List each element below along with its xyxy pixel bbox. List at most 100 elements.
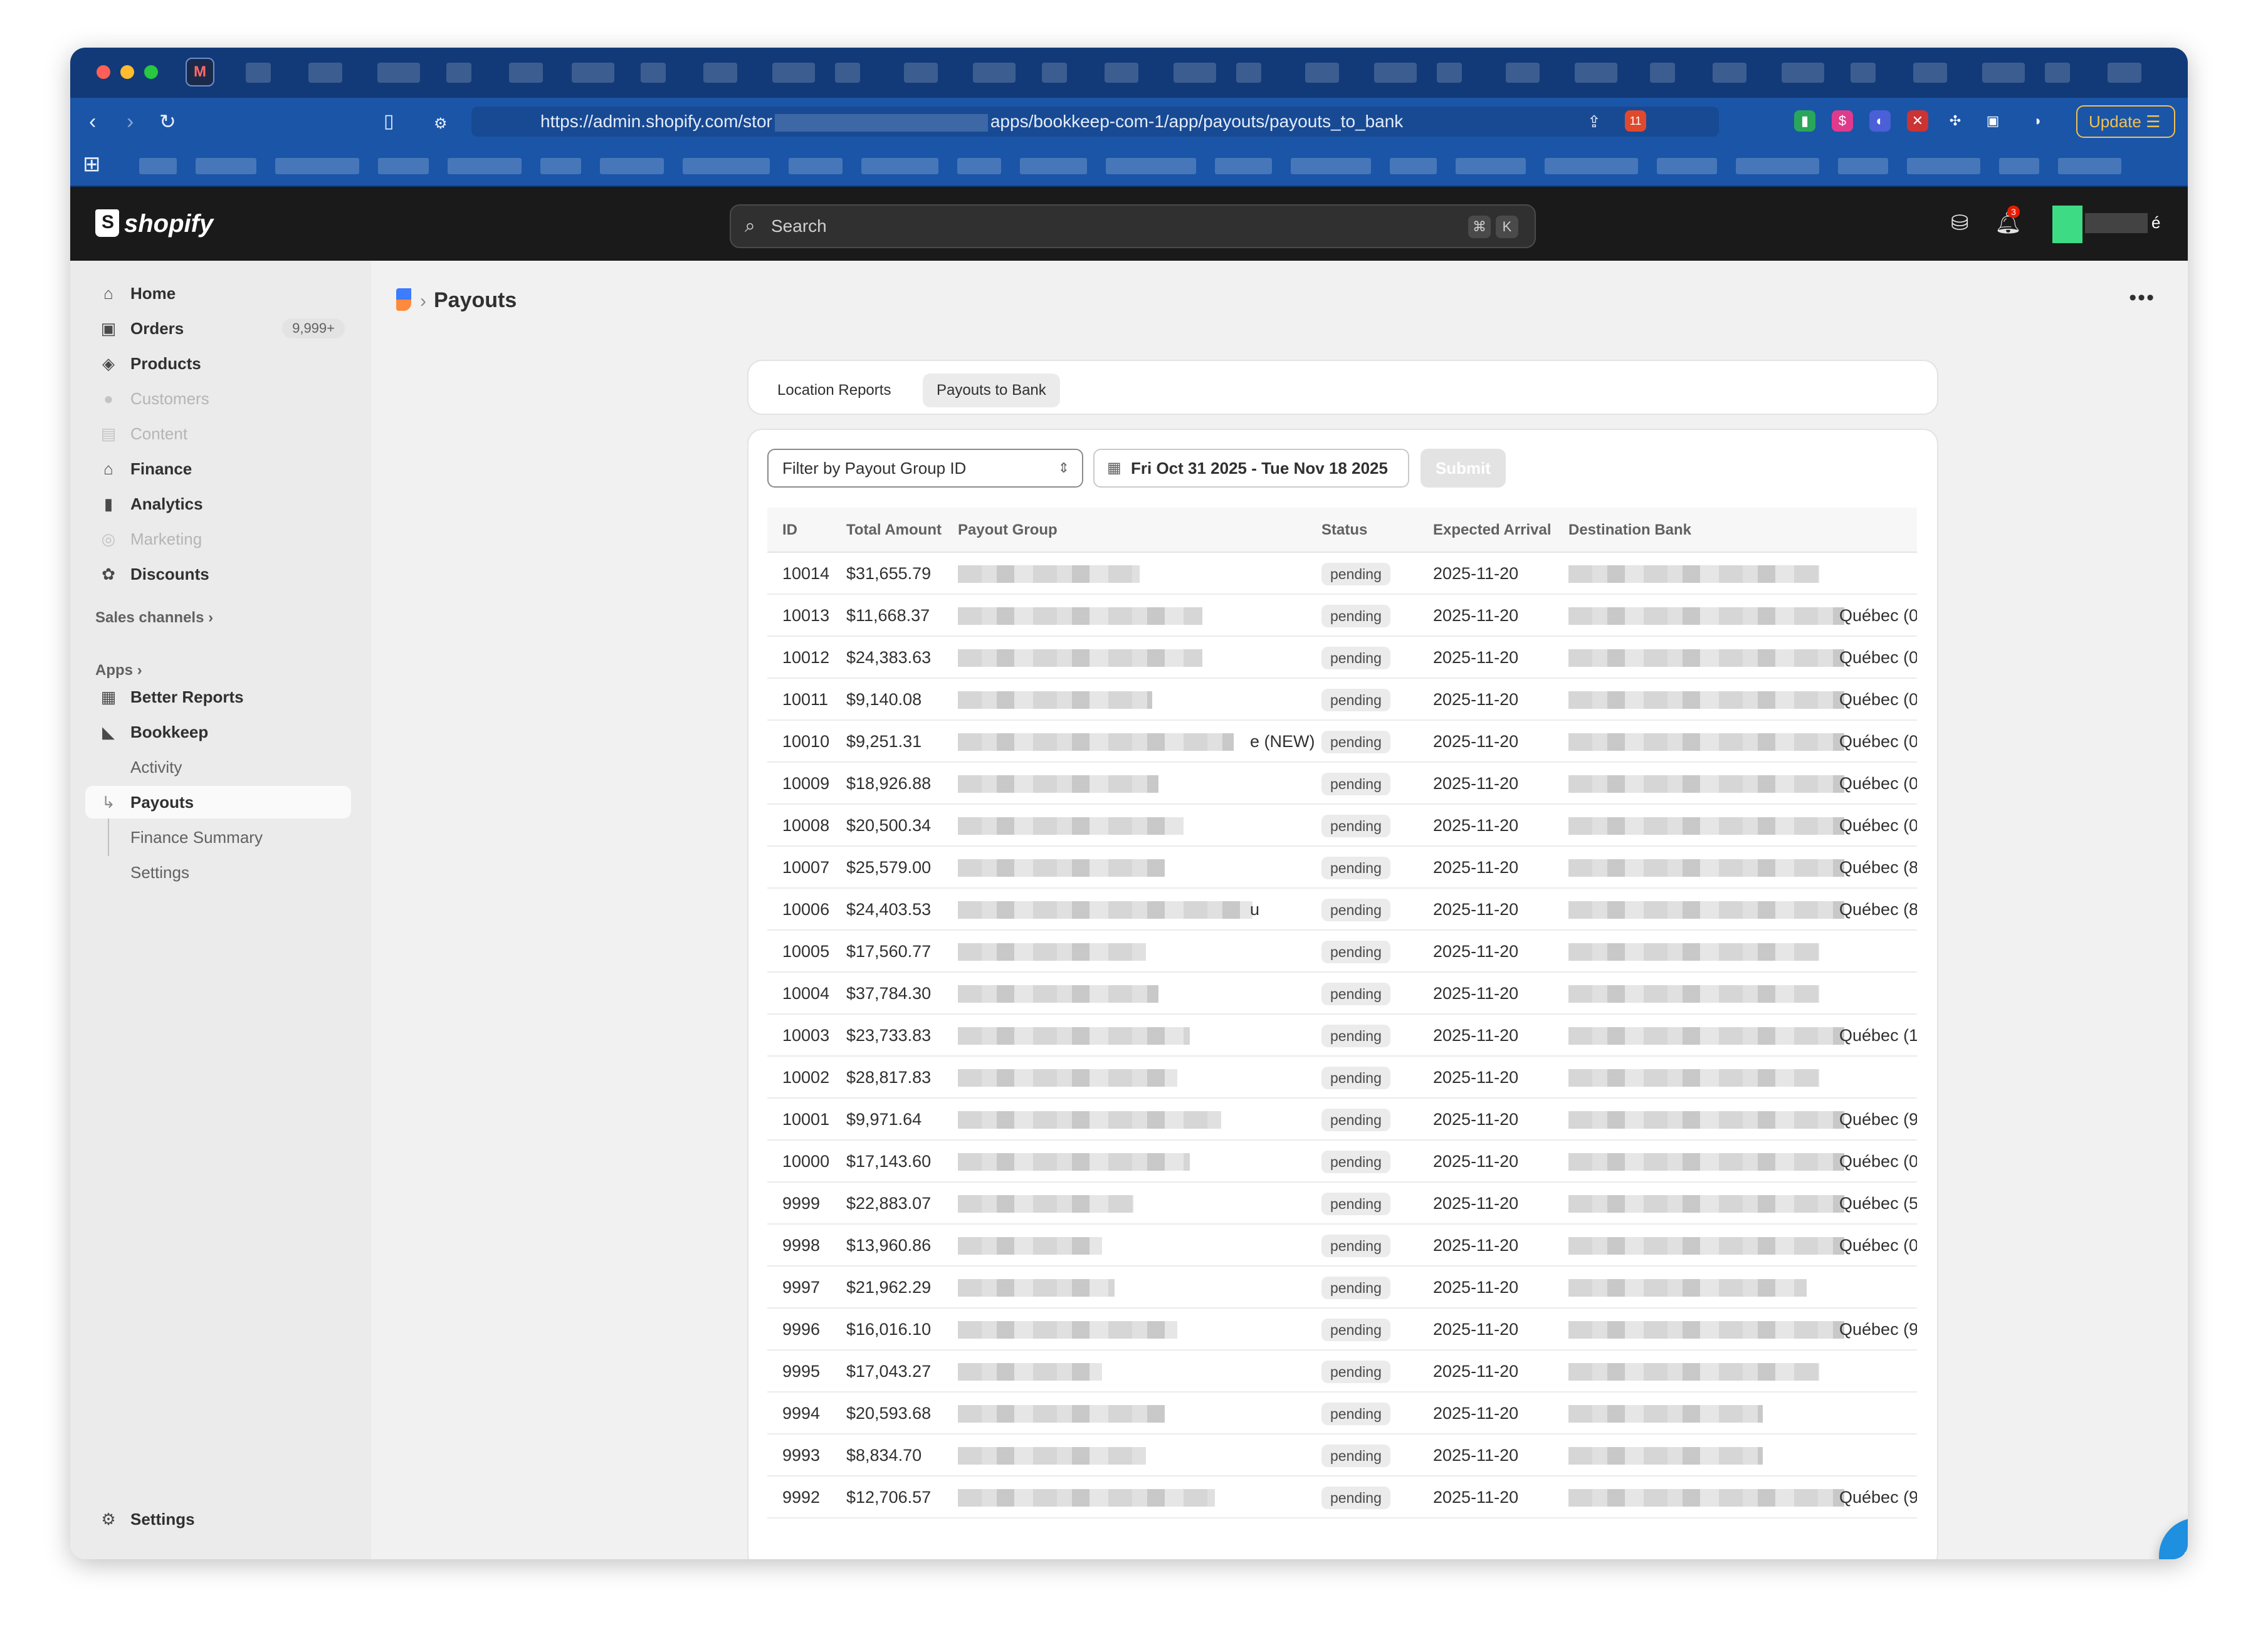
bookmark-item[interactable] — [1999, 158, 2039, 174]
bookkeep-logo-icon[interactable] — [396, 288, 411, 311]
sidebar-item-better-reports[interactable]: ▦ Better Reports — [85, 681, 351, 713]
back-icon[interactable]: ‹ — [89, 109, 96, 134]
browser-tab[interactable] — [703, 63, 737, 83]
puzzle-icon[interactable]: ✣ — [1945, 110, 1966, 132]
profile-icon[interactable]: ◑ — [2026, 110, 2047, 132]
shopify-logo[interactable]: shopify — [95, 209, 213, 238]
gmail-tab-icon[interactable]: M — [186, 58, 214, 86]
sidebar-item-marketing[interactable]: ◎ Marketing — [85, 523, 351, 555]
sidebar-item-finance[interactable]: ⌂ Finance — [85, 452, 351, 485]
browser-tab[interactable] — [1506, 63, 1540, 83]
browser-tab[interactable] — [772, 63, 815, 83]
table-row[interactable]: 10014 $31,655.79 pending 2025-11-20 — [767, 553, 1917, 595]
browser-tab[interactable] — [1305, 63, 1339, 83]
browser-tab[interactable] — [1575, 63, 1617, 83]
bookmark-item[interactable] — [1838, 158, 1888, 174]
table-row[interactable]: 9999 $22,883.07 pending 2025-11-20 Québec (5… — [767, 1183, 1917, 1225]
apps-grid-icon[interactable]: ⊞ — [83, 152, 101, 177]
table-row[interactable]: 10000 $17,143.60 pending 2025-11-20 Québec (… — [767, 1141, 1917, 1183]
browser-tab[interactable] — [377, 63, 420, 83]
table-row[interactable]: 10009 $18,926.88 pending 2025-11-20 Québec (… — [767, 763, 1917, 805]
table-row[interactable]: 10005 $17,560.77 pending 2025-11-20 — [767, 931, 1917, 973]
update-button[interactable]: Update ☰ — [2076, 105, 2175, 138]
sidebar-item-analytics[interactable]: ▮ Analytics — [85, 488, 351, 520]
forward-icon[interactable]: › — [127, 109, 134, 134]
minimize-window-button[interactable] — [120, 65, 134, 79]
browser-tab[interactable] — [246, 63, 271, 83]
browser-tab[interactable] — [835, 63, 860, 83]
table-row[interactable]: 10013 $11,668.37 pending 2025-11-20 Québec (… — [767, 595, 1917, 637]
browser-tab[interactable] — [1851, 63, 1876, 83]
browser-tab[interactable] — [1105, 63, 1138, 83]
sidebar-item-bookkeep[interactable]: ◣ Bookkeep — [85, 716, 351, 748]
bookmark-item[interactable] — [861, 158, 938, 174]
table-row[interactable]: 10011 $9,140.08 pending 2025-11-20 Québec (0… — [767, 679, 1917, 721]
more-actions-icon[interactable]: ••• — [2129, 286, 2155, 310]
bookmark-item[interactable] — [789, 158, 843, 174]
extension-3-icon[interactable]: ◐ — [1869, 110, 1891, 132]
search-input[interactable]: ⌕ Search ⌘ K — [730, 204, 1536, 248]
submit-button[interactable]: Submit — [1420, 449, 1506, 488]
browser-tab[interactable] — [308, 63, 342, 83]
date-range-button[interactable]: ▦ Fri Oct 31 2025 - Tue Nov 18 2025 — [1093, 449, 1409, 488]
sidebar-item-activity[interactable]: Activity — [85, 751, 351, 783]
table-row[interactable]: 9993 $8,834.70 pending 2025-11-20 — [767, 1435, 1917, 1477]
extension-2-icon[interactable]: $ — [1832, 110, 1853, 132]
column-header-payout-group[interactable]: Payout Group — [958, 508, 1058, 553]
sidebar-item-products[interactable]: ◈ Products — [85, 347, 351, 380]
brave-shield-icon[interactable]: 11 — [1625, 110, 1646, 132]
sidebar-item-discounts[interactable]: ✿ Discounts — [85, 558, 351, 590]
sidebar-item-app-settings[interactable]: Settings — [85, 856, 351, 889]
bookmark-item[interactable] — [378, 158, 429, 174]
sidebar-item-customers[interactable]: ● Customers — [85, 382, 351, 415]
table-row[interactable]: 9995 $17,043.27 pending 2025-11-20 — [767, 1351, 1917, 1393]
browser-tab[interactable] — [973, 63, 1016, 83]
payout-group-filter-select[interactable]: Filter by Payout Group ID ⇕ — [767, 449, 1083, 488]
extension-4-icon[interactable]: ✕ — [1907, 110, 1928, 132]
sidebar-item-finance-summary[interactable]: Finance Summary — [85, 821, 351, 854]
column-header-total-amount[interactable]: Total Amount — [846, 508, 942, 553]
browser-tab[interactable] — [1982, 63, 2025, 83]
sidebar-toggle-icon[interactable]: ▣ — [1982, 110, 2003, 132]
table-row[interactable]: 10006 $24,403.53 u pending 2025-11-20 Québec … — [767, 889, 1917, 931]
table-row[interactable]: 10007 $25,579.00 pending 2025-11-20 Québec (… — [767, 847, 1917, 889]
table-row[interactable]: 10001 $9,971.64 pending 2025-11-20 Québec (9… — [767, 1099, 1917, 1141]
bookmark-item[interactable] — [1291, 158, 1371, 174]
site-settings-icon[interactable]: ⚙ — [434, 112, 448, 137]
store-avatar[interactable] — [2052, 206, 2082, 243]
table-row[interactable]: 10012 $24,383.63 pending 2025-11-20 Québec (… — [767, 637, 1917, 679]
browser-tab[interactable] — [904, 63, 938, 83]
bookmark-icon[interactable]: ▯ — [384, 109, 394, 134]
extension-1-icon[interactable]: ▮ — [1794, 110, 1815, 132]
bookmark-item[interactable] — [957, 158, 1001, 174]
browser-tab[interactable] — [1913, 63, 1947, 83]
sidebar-item-settings[interactable]: ⚙ Settings — [85, 1503, 351, 1535]
bookmark-item[interactable] — [196, 158, 256, 174]
browser-tab[interactable] — [2045, 63, 2070, 83]
table-row[interactable]: 9992 $12,706.57 pending 2025-11-20 Québec (9… — [767, 1477, 1917, 1519]
browser-tab[interactable] — [1782, 63, 1824, 83]
table-row[interactable]: 10010 $9,251.31 e (NEW) pending 2025-11-20 Qu… — [767, 721, 1917, 763]
column-header-id[interactable]: ID — [782, 508, 797, 553]
bookmark-item[interactable] — [1390, 158, 1437, 174]
bookmark-item[interactable] — [540, 158, 581, 174]
maximize-window-button[interactable] — [144, 65, 158, 79]
table-row[interactable]: 10008 $20,500.34 pending 2025-11-20 Québec (… — [767, 805, 1917, 847]
tab-payouts-to-bank[interactable]: Payouts to Bank — [923, 374, 1060, 407]
table-row[interactable]: 9994 $20,593.68 pending 2025-11-20 — [767, 1393, 1917, 1435]
bookmark-item[interactable] — [1456, 158, 1526, 174]
bookmark-item[interactable] — [1545, 158, 1638, 174]
browser-tab[interactable] — [1650, 63, 1675, 83]
sidebar-item-home[interactable]: ⌂ Home — [85, 277, 351, 310]
browser-tab[interactable] — [1374, 63, 1417, 83]
browser-tab[interactable] — [1236, 63, 1261, 83]
share-icon[interactable]: ⇪ — [1587, 109, 1601, 134]
bookmark-item[interactable] — [275, 158, 359, 174]
browser-tab[interactable] — [1713, 63, 1746, 83]
bookmark-item[interactable] — [1020, 158, 1087, 174]
browser-tab[interactable] — [572, 63, 614, 83]
table-row[interactable]: 9997 $21,962.29 pending 2025-11-20 — [767, 1267, 1917, 1309]
table-row[interactable]: 9996 $16,016.10 pending 2025-11-20 Québec (9… — [767, 1309, 1917, 1351]
bookmark-item[interactable] — [448, 158, 522, 174]
table-row[interactable]: 10003 $23,733.83 pending 2025-11-20 Québec (… — [767, 1015, 1917, 1057]
